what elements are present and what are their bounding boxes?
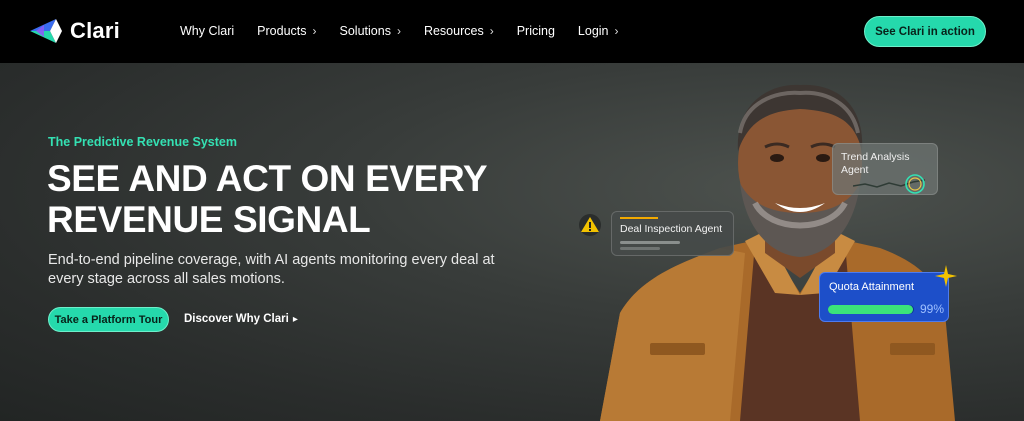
chevron-right-icon: › [489,24,494,38]
hero-eyebrow: The Predictive Revenue System [48,135,237,149]
quota-progress-fill [828,305,914,314]
quota-progress-bar [828,305,914,314]
brand-name: Clari [70,18,120,43]
hero-section: The Predictive Revenue System SEE AND AC… [0,63,1024,421]
nav-item-pricing[interactable]: Pricing [517,24,555,38]
nav-item-solutions[interactable]: Solutions › [340,24,401,38]
nav-item-label: Pricing [516,24,555,38]
quota-percent: 99% [920,302,945,316]
chevron-right-icon: › [614,24,619,38]
nav-item-label: Solutions [339,24,391,38]
nav-links: Why Clari Products › Solutions › Resourc… [180,24,642,38]
nav-item-login[interactable]: Login › [578,24,619,38]
nav-item-label: Resources [423,24,484,38]
sparkle-icon [935,265,957,287]
chevron-right-icon: › [396,24,401,38]
nav-item-label: Why Clari [180,24,235,38]
warning-icon [579,214,601,236]
trend-analysis-card: Trend Analysis Agent [832,143,938,195]
deal-placeholder-line [620,247,660,250]
top-nav: Clari Why Clari Products › Solutions › R… [0,0,1024,63]
discover-label: Discover Why Clari [184,313,289,325]
deal-accent-line [620,217,658,219]
play-arrow-icon: ▸ [292,313,298,325]
trend-chart-icon [853,174,926,194]
clari-logo-icon [30,19,62,43]
hero-headline: SEE AND ACT ON EVERY REVENUE SIGNAL [47,158,488,240]
deal-inspection-card: Deal Inspection Agent [611,211,734,256]
nav-item-label: Login [577,24,609,38]
nav-item-products[interactable]: Products › [257,24,316,38]
deal-inspection-label: Deal Inspection Agent [620,223,723,235]
nav-item-why-clari[interactable]: Why Clari [180,24,234,38]
nav-item-resources[interactable]: Resources › [424,24,494,38]
nav-item-label: Products [257,24,307,38]
headline-line-1: SEE AND ACT ON EVERY [47,158,488,199]
see-clari-in-action-button[interactable]: See Clari in action [864,16,986,47]
chevron-right-icon: › [312,24,317,38]
deal-placeholder-line [620,241,680,244]
brand-logo[interactable]: Clari [30,17,120,45]
quota-attainment-label: Quota Attainment [829,281,914,293]
headline-line-2: REVENUE SIGNAL [47,199,371,240]
hero-subtext: End-to-end pipeline coverage, with AI ag… [48,252,495,287]
platform-tour-button[interactable]: Take a Platform Tour [48,307,169,332]
quota-attainment-card: Quota Attainment 99% [819,272,949,322]
discover-why-clari-link[interactable]: Discover Why Clari ▸ [184,313,298,325]
